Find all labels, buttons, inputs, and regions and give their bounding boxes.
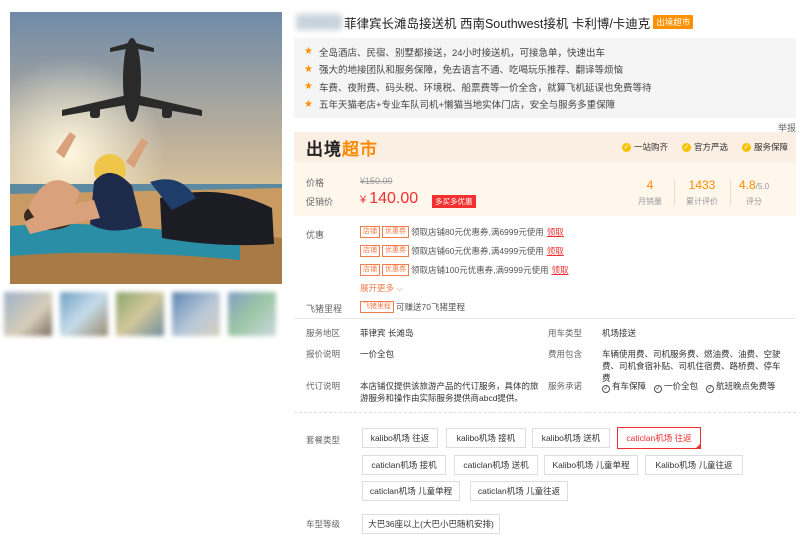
car-type-label: 用车类型 <box>548 328 583 338</box>
guarantee-list: ✓ 一站购齐 ✓ 官方严选 ✓ 服务保障 <box>621 141 788 153</box>
price-label: 价格 <box>306 178 325 188</box>
feature-item: ★ 五年天猫老店+专业车队司机+懒猫当地实体门店，安全与服务多重保障 <box>304 98 616 112</box>
feature-item: ★ 车费、夜附费、码头税、环境税、船票费等一价全含，就算飞机延误也免费等待 <box>304 81 652 94</box>
redacted-title-prefix <box>296 14 342 30</box>
promise-item: ✓ 有车保障 <box>602 381 647 393</box>
package-option[interactable]: Kalibo机场 儿童单程 <box>544 455 638 475</box>
expand-more-link[interactable]: 展开更多 ⌵ <box>360 282 403 294</box>
thumbnail[interactable] <box>172 292 220 336</box>
brand-bar: 出境超市 ✓ 一站购齐 ✓ 官方严选 ✓ 服务保障 <box>294 132 796 162</box>
feature-item: ★ 强大的地接团队和服务保障，免去语言不通、吃喝玩乐推荐、翻译等烦恼 <box>304 63 623 77</box>
guarantee-item: ✓ 服务保障 <box>741 142 788 152</box>
service-promise-label: 服务承诺 <box>548 381 583 391</box>
claim-coupon-link[interactable]: 领取 <box>547 226 564 238</box>
agent-note-value: 本店铺仅提供该旅游产品的代订服务，具体的旅游服务和操作由实际服务提供商abcd提… <box>360 381 539 403</box>
package-option[interactable]: caticlan机场 儿童单程 <box>362 481 460 501</box>
coupon-item: 店铺 优惠券 领取店铺100元优惠券,满9999元使用 领取 <box>360 264 568 276</box>
promo-price-label: 促销价 <box>306 197 334 207</box>
monthly-sales-stat: 4 月销量 <box>638 178 662 206</box>
rating-stat: 4.8/5.0 评分 <box>738 178 770 206</box>
star-icon: ★ <box>304 63 313 75</box>
thumbnail[interactable] <box>116 292 164 336</box>
section-divider <box>294 318 796 319</box>
service-area-label: 服务地区 <box>306 328 341 338</box>
check-circle-icon: ✓ <box>681 142 691 152</box>
fee-include-value: 车辆使用费、司机服务费、燃油费、油费、空驶费、司机食宿补贴、司机住宿费、路桥费、… <box>602 349 781 383</box>
section-divider <box>294 412 796 413</box>
thumbnail[interactable] <box>60 292 108 336</box>
promise-item: ✓ 一价全包 <box>654 381 699 393</box>
overseas-market-badge: 出境超市 <box>653 15 694 29</box>
package-option[interactable]: caticlan机场 接机 <box>362 455 446 475</box>
fee-include-label: 费用包含 <box>548 349 583 359</box>
coupon-item: 店铺 优惠券 领取店铺60元优惠券,满4999元使用 领取 <box>360 245 564 257</box>
vehicle-grade-label: 车型等级 <box>306 519 341 529</box>
total-reviews-stat[interactable]: 1433 累计评价 <box>680 178 724 207</box>
check-circle-icon: ✓ <box>741 142 751 152</box>
stat-divider <box>674 180 675 206</box>
thumbnail[interactable] <box>228 292 276 336</box>
package-type-label: 套餐类型 <box>306 435 341 445</box>
coupon-item: 店铺 优惠券 领取店铺80元优惠券,满6999元使用 领取 <box>360 226 564 238</box>
guarantee-item: ✓ 官方严选 <box>681 142 728 152</box>
guarantee-item: ✓ 一站购齐 <box>621 142 668 152</box>
stat-divider <box>730 180 731 206</box>
miles-label: 飞猪里程 <box>306 304 343 314</box>
package-option[interactable]: Kalibo机场 儿童往返 <box>645 455 743 475</box>
thumbnail-strip <box>4 288 288 344</box>
check-icon: ✓ <box>706 385 715 393</box>
car-type-value: 机场接送 <box>602 328 637 338</box>
package-option[interactable]: kalibo机场 送机 <box>532 428 610 448</box>
star-icon: ★ <box>304 81 313 93</box>
service-area-value: 菲律宾 长滩岛 <box>360 328 414 338</box>
promise-item: ✓ 航班晚点免费等 <box>706 381 776 393</box>
feature-item: ★ 全岛酒店、民宿、别墅都接送，24小时接送机，可接急单，快速出车 <box>304 46 606 59</box>
agent-note-label: 代订说明 <box>306 381 341 391</box>
package-option[interactable]: caticlan机场 儿童往返 <box>470 481 568 501</box>
original-price: ¥150.00 <box>360 176 393 186</box>
thumbnail[interactable] <box>4 292 52 336</box>
brand-logo[interactable]: 出境超市 <box>306 135 378 160</box>
check-icon: ✓ <box>602 385 610 393</box>
package-option[interactable]: kalibo机场 接机 <box>446 428 526 448</box>
check-icon: ✓ <box>654 385 663 393</box>
miles-info: 飞猪里程 可赚送70飞猪里程 <box>360 301 465 313</box>
product-title: 菲律宾长滩岛接送机 西南Southwest接机 卡利博/卡迪克 <box>344 16 651 31</box>
package-option-selected[interactable]: caticlan机场 往返 <box>617 427 701 449</box>
star-icon: ★ <box>304 46 313 58</box>
vehicle-option[interactable]: 大巴36座以上(大巴小巴随机安排) <box>362 514 500 534</box>
quote-label: 报价说明 <box>306 349 341 359</box>
package-option[interactable]: caticlan机场 送机 <box>454 455 538 475</box>
service-promise-list: ✓ 有车保障 ✓ 一价全包 ✓ 航班晚点免费等 <box>602 380 776 393</box>
beach-airplane-photo <box>10 12 282 284</box>
check-circle-icon: ✓ <box>621 142 631 152</box>
quote-value: 一价全包 <box>360 349 395 359</box>
star-icon: ★ <box>304 98 313 110</box>
claim-coupon-link[interactable]: 领取 <box>547 245 564 257</box>
coupon-label: 优惠 <box>306 230 325 240</box>
claim-coupon-link[interactable]: 领取 <box>551 264 568 276</box>
discount-badge: 多买多优惠 <box>432 195 476 208</box>
miles-tag: 飞猪里程 <box>360 301 394 313</box>
package-option[interactable]: kalibo机场 往返 <box>362 428 438 448</box>
main-product-image[interactable] <box>10 12 282 284</box>
current-price: ¥ 140.00 <box>360 190 419 207</box>
product-title-row: 菲律宾长滩岛接送机 西南Southwest接机 卡利博/卡迪克 出境超市 <box>296 12 796 32</box>
price-panel: 价格 ¥150.00 促销价 ¥ 140.00 多买多优惠 4 月销量 1433… <box>294 162 796 216</box>
feature-list: ★ 全岛酒店、民宿、别墅都接送，24小时接送机，可接急单，快速出车 ★ 强大的地接团… <box>294 38 796 118</box>
